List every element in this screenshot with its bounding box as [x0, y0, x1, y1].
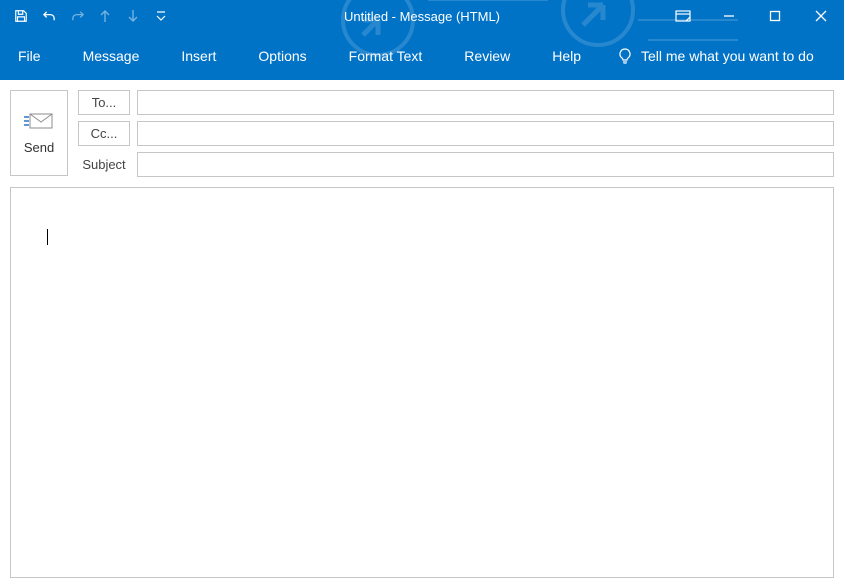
tab-options[interactable]: Options	[252, 44, 312, 68]
close-icon	[815, 10, 827, 22]
cc-button[interactable]: Cc...	[78, 121, 130, 146]
redo-icon	[70, 9, 85, 24]
up-button	[92, 3, 118, 29]
ribbon-display-options-button[interactable]	[660, 0, 706, 32]
cc-input[interactable]	[137, 121, 834, 146]
lightbulb-icon	[617, 48, 633, 64]
titlebar: Untitled - Message (HTML)	[0, 0, 844, 32]
text-cursor	[41, 228, 48, 244]
subject-row: Subject	[78, 152, 834, 177]
to-button[interactable]: To...	[78, 90, 130, 115]
header-fields: To... Cc... Subject	[78, 90, 834, 177]
tab-review[interactable]: Review	[458, 44, 516, 68]
arrow-up-icon	[99, 9, 111, 23]
message-body-input[interactable]	[10, 187, 834, 578]
subject-label: Subject	[78, 157, 130, 172]
down-button	[120, 3, 146, 29]
tell-me-label: Tell me what you want to do	[641, 48, 814, 64]
tab-format-text[interactable]: Format Text	[343, 44, 429, 68]
ribbon-tabs: File Message Insert Options Format Text …	[0, 32, 844, 80]
tab-file[interactable]: File	[12, 44, 47, 68]
maximize-icon	[769, 10, 781, 22]
tell-me-search[interactable]: Tell me what you want to do	[617, 48, 814, 64]
send-icon	[24, 112, 54, 130]
tab-insert[interactable]: Insert	[175, 44, 222, 68]
undo-icon	[42, 9, 57, 24]
tab-help[interactable]: Help	[546, 44, 587, 68]
cc-row: Cc...	[78, 121, 834, 146]
close-button[interactable]	[798, 0, 844, 32]
minimize-icon	[723, 10, 735, 22]
arrow-down-icon	[127, 9, 139, 23]
save-button[interactable]	[8, 3, 34, 29]
tab-message[interactable]: Message	[77, 44, 146, 68]
maximize-button[interactable]	[752, 0, 798, 32]
chevron-down-icon	[156, 10, 166, 22]
redo-button	[64, 3, 90, 29]
ribbon-display-icon	[675, 10, 691, 22]
to-input[interactable]	[137, 90, 834, 115]
system-buttons	[660, 0, 844, 32]
send-button[interactable]: Send	[10, 90, 68, 176]
send-label: Send	[24, 140, 54, 155]
subject-input[interactable]	[137, 152, 834, 177]
minimize-button[interactable]	[706, 0, 752, 32]
quick-access-toolbar	[8, 3, 174, 29]
save-icon	[14, 9, 28, 23]
compose-area: Send To... Cc... Subject	[0, 80, 844, 588]
undo-button[interactable]	[36, 3, 62, 29]
to-row: To...	[78, 90, 834, 115]
compose-header: Send To... Cc... Subject	[10, 90, 834, 177]
qat-customize-button[interactable]	[148, 3, 174, 29]
